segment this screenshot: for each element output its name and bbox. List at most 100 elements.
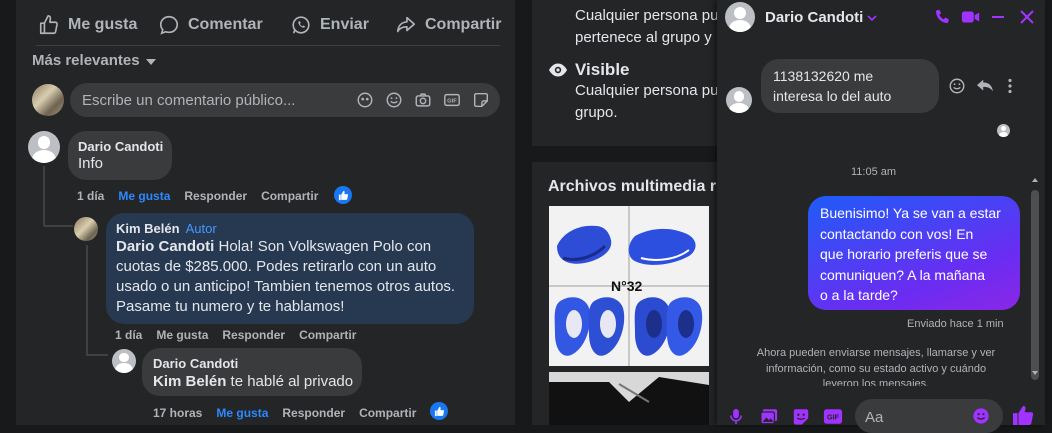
share-post-label: Compartir <box>425 16 502 33</box>
share-post-button[interactable]: Compartir <box>395 12 501 38</box>
commenter-name[interactable]: Dario Candoti <box>78 139 163 154</box>
emoji-icon[interactable] <box>385 91 403 109</box>
privacy-line: Cualquier persona pu <box>575 7 719 24</box>
privacy-description: Cualquier persona pu pertenece al grupo … <box>575 5 718 49</box>
outgoing-message-line: que horario preferis que se <box>820 246 988 262</box>
comment-reply-button[interactable]: Responder <box>282 406 345 420</box>
comment-meta: 1 día Me gusta Responder Compartir <box>115 328 356 342</box>
seen-receipt-avatar <box>997 124 1010 137</box>
comment-time[interactable]: 17 horas <box>153 406 202 420</box>
comment-time[interactable]: 1 día <box>115 328 142 342</box>
comment-text: Dario Candoti Hola! Son Volkswagen Polo … <box>116 237 472 317</box>
photo-gallery-icon[interactable] <box>760 408 778 425</box>
comment-reply-button[interactable]: Responder <box>184 189 247 203</box>
contact-name[interactable]: Dario Candoti <box>765 9 863 26</box>
messenger-chat-window: Dario Candoti 1138132620 me interesa lo … <box>717 0 1045 433</box>
media-photo-shoes[interactable]: N°32 <box>549 206 709 366</box>
chevron-down-icon[interactable] <box>867 14 877 22</box>
thread-line <box>86 245 88 355</box>
comment-line: cuotas de $285.000. Podes retirarlo con … <box>116 258 437 275</box>
comment-bubble: Dario Candoti Kim Belén te hablé al priv… <box>142 348 362 396</box>
comment-line: usado o un anticipo! Tambien tenemos otr… <box>116 278 456 295</box>
send-post-label: Enviar <box>320 16 369 33</box>
thread-connector <box>43 225 73 227</box>
comment-input-placeholder: Escribe un comentario público... <box>82 92 296 109</box>
camera-icon[interactable] <box>414 91 432 109</box>
sticker-icon[interactable] <box>472 91 490 109</box>
like-post-button[interactable]: Me gusta <box>38 12 137 38</box>
notice-line: información, como su estado activo y cuá… <box>765 362 987 375</box>
outgoing-message-text: Buenisimo! Ya se van a estar contactando… <box>820 203 1001 306</box>
contact-avatar-small <box>726 87 752 113</box>
incoming-message-line: interesa lo del auto <box>773 88 892 104</box>
visible-title: Visible <box>575 60 630 79</box>
scroll-up-arrow-icon[interactable] <box>1031 176 1039 184</box>
svg-text:GIF: GIF <box>447 99 457 105</box>
comment-reply-button[interactable]: Responder <box>222 328 285 342</box>
microphone-icon[interactable] <box>729 408 743 425</box>
minimize-icon[interactable] <box>990 9 1006 25</box>
outgoing-message-bubble[interactable]: Buenisimo! Ya se van a estar contactando… <box>808 196 1020 310</box>
outgoing-message-line: Buenisimo! Ya se van a estar <box>820 205 1001 221</box>
sort-comments-dropdown[interactable]: Más relevantes <box>32 52 156 69</box>
comment-input[interactable]: Escribe un comentario público... GIF <box>70 83 500 117</box>
visible-description: Cualquier persona pu grupo. <box>575 80 718 124</box>
comment-line: Pasame tu numero y te hablamos! <box>116 298 345 315</box>
comment-like-button[interactable]: Me gusta <box>156 328 208 342</box>
phone-call-icon[interactable] <box>933 8 951 26</box>
close-icon[interactable] <box>1019 9 1035 25</box>
comment-text: Kim Belén te hablé al privado <box>153 372 353 392</box>
comment-bubble-icon <box>159 15 179 35</box>
commenter-name[interactable]: Dario Candoti <box>153 356 238 371</box>
message-input[interactable]: Aa <box>855 399 1003 433</box>
visible-line: Cualquier persona pu <box>575 82 719 99</box>
comment-share-button[interactable]: Compartir <box>359 406 416 420</box>
comment-like-button[interactable]: Me gusta <box>216 406 268 420</box>
author-name-row: Kim Belén Autor <box>116 221 217 236</box>
more-options-icon[interactable] <box>1007 78 1013 94</box>
contact-avatar[interactable] <box>725 2 755 32</box>
dark-photo <box>549 372 709 425</box>
media-title: Archivos multimedia r <box>548 178 717 195</box>
mention-link[interactable]: Kim Belén <box>153 373 226 390</box>
incoming-message-bubble[interactable]: 1138132620 me interesa lo del auto <box>761 59 939 113</box>
post-card: Me gusta Comentar Enviar Compartir Más r… <box>16 0 515 425</box>
eye-icon <box>549 63 567 77</box>
send-whatsapp-button[interactable]: Enviar <box>290 12 369 38</box>
comment-meta: 17 horas Me gusta Responder Compartir <box>153 406 416 420</box>
commenter-name[interactable]: Kim Belén <box>116 221 180 236</box>
like-reaction-icon[interactable] <box>430 402 448 420</box>
mention-link[interactable]: Dario Candoti <box>116 238 214 255</box>
comment-share-button[interactable]: Compartir <box>261 189 318 203</box>
commenter-avatar[interactable] <box>112 349 136 373</box>
avatar-sticker-icon[interactable] <box>356 91 374 109</box>
reply-icon[interactable] <box>976 78 994 94</box>
current-user-avatar[interactable] <box>32 84 64 116</box>
caret-down-icon <box>145 58 156 65</box>
chat-scrollbar-thumb[interactable] <box>1031 190 1039 380</box>
sticker-icon[interactable] <box>792 408 810 425</box>
author-badge: Autor <box>185 221 217 236</box>
scroll-down-arrow-icon[interactable] <box>1031 369 1039 377</box>
comment-text: Info <box>78 155 104 172</box>
thumbs-up-icon <box>39 15 58 35</box>
comment-time[interactable]: 1 día <box>77 189 104 203</box>
react-emoji-icon[interactable] <box>948 77 966 95</box>
media-photo-2[interactable] <box>549 372 709 425</box>
thumbs-up-send-icon[interactable] <box>1012 405 1034 425</box>
commenter-avatar[interactable] <box>28 131 60 163</box>
comment-post-button[interactable]: Comentar <box>158 12 263 38</box>
like-reaction-icon[interactable] <box>334 186 352 204</box>
svg-text:GIF: GIF <box>827 413 840 422</box>
outgoing-message-line: o a la tarde? <box>820 287 898 303</box>
comment-bubble-highlighted: Kim Belén Autor Dario Candoti Hola! Son V… <box>106 213 474 324</box>
author-avatar[interactable] <box>74 217 98 241</box>
gif-icon[interactable]: GIF <box>823 408 843 425</box>
emoji-icon[interactable] <box>972 407 990 425</box>
comment-meta: 1 día Me gusta Responder Compartir <box>77 189 318 203</box>
comment-like-button[interactable]: Me gusta <box>118 189 170 203</box>
video-call-icon[interactable] <box>961 9 981 25</box>
gif-icon[interactable]: GIF <box>443 91 461 109</box>
time-divider: 11:05 am <box>851 166 897 178</box>
comment-share-button[interactable]: Compartir <box>299 328 356 342</box>
